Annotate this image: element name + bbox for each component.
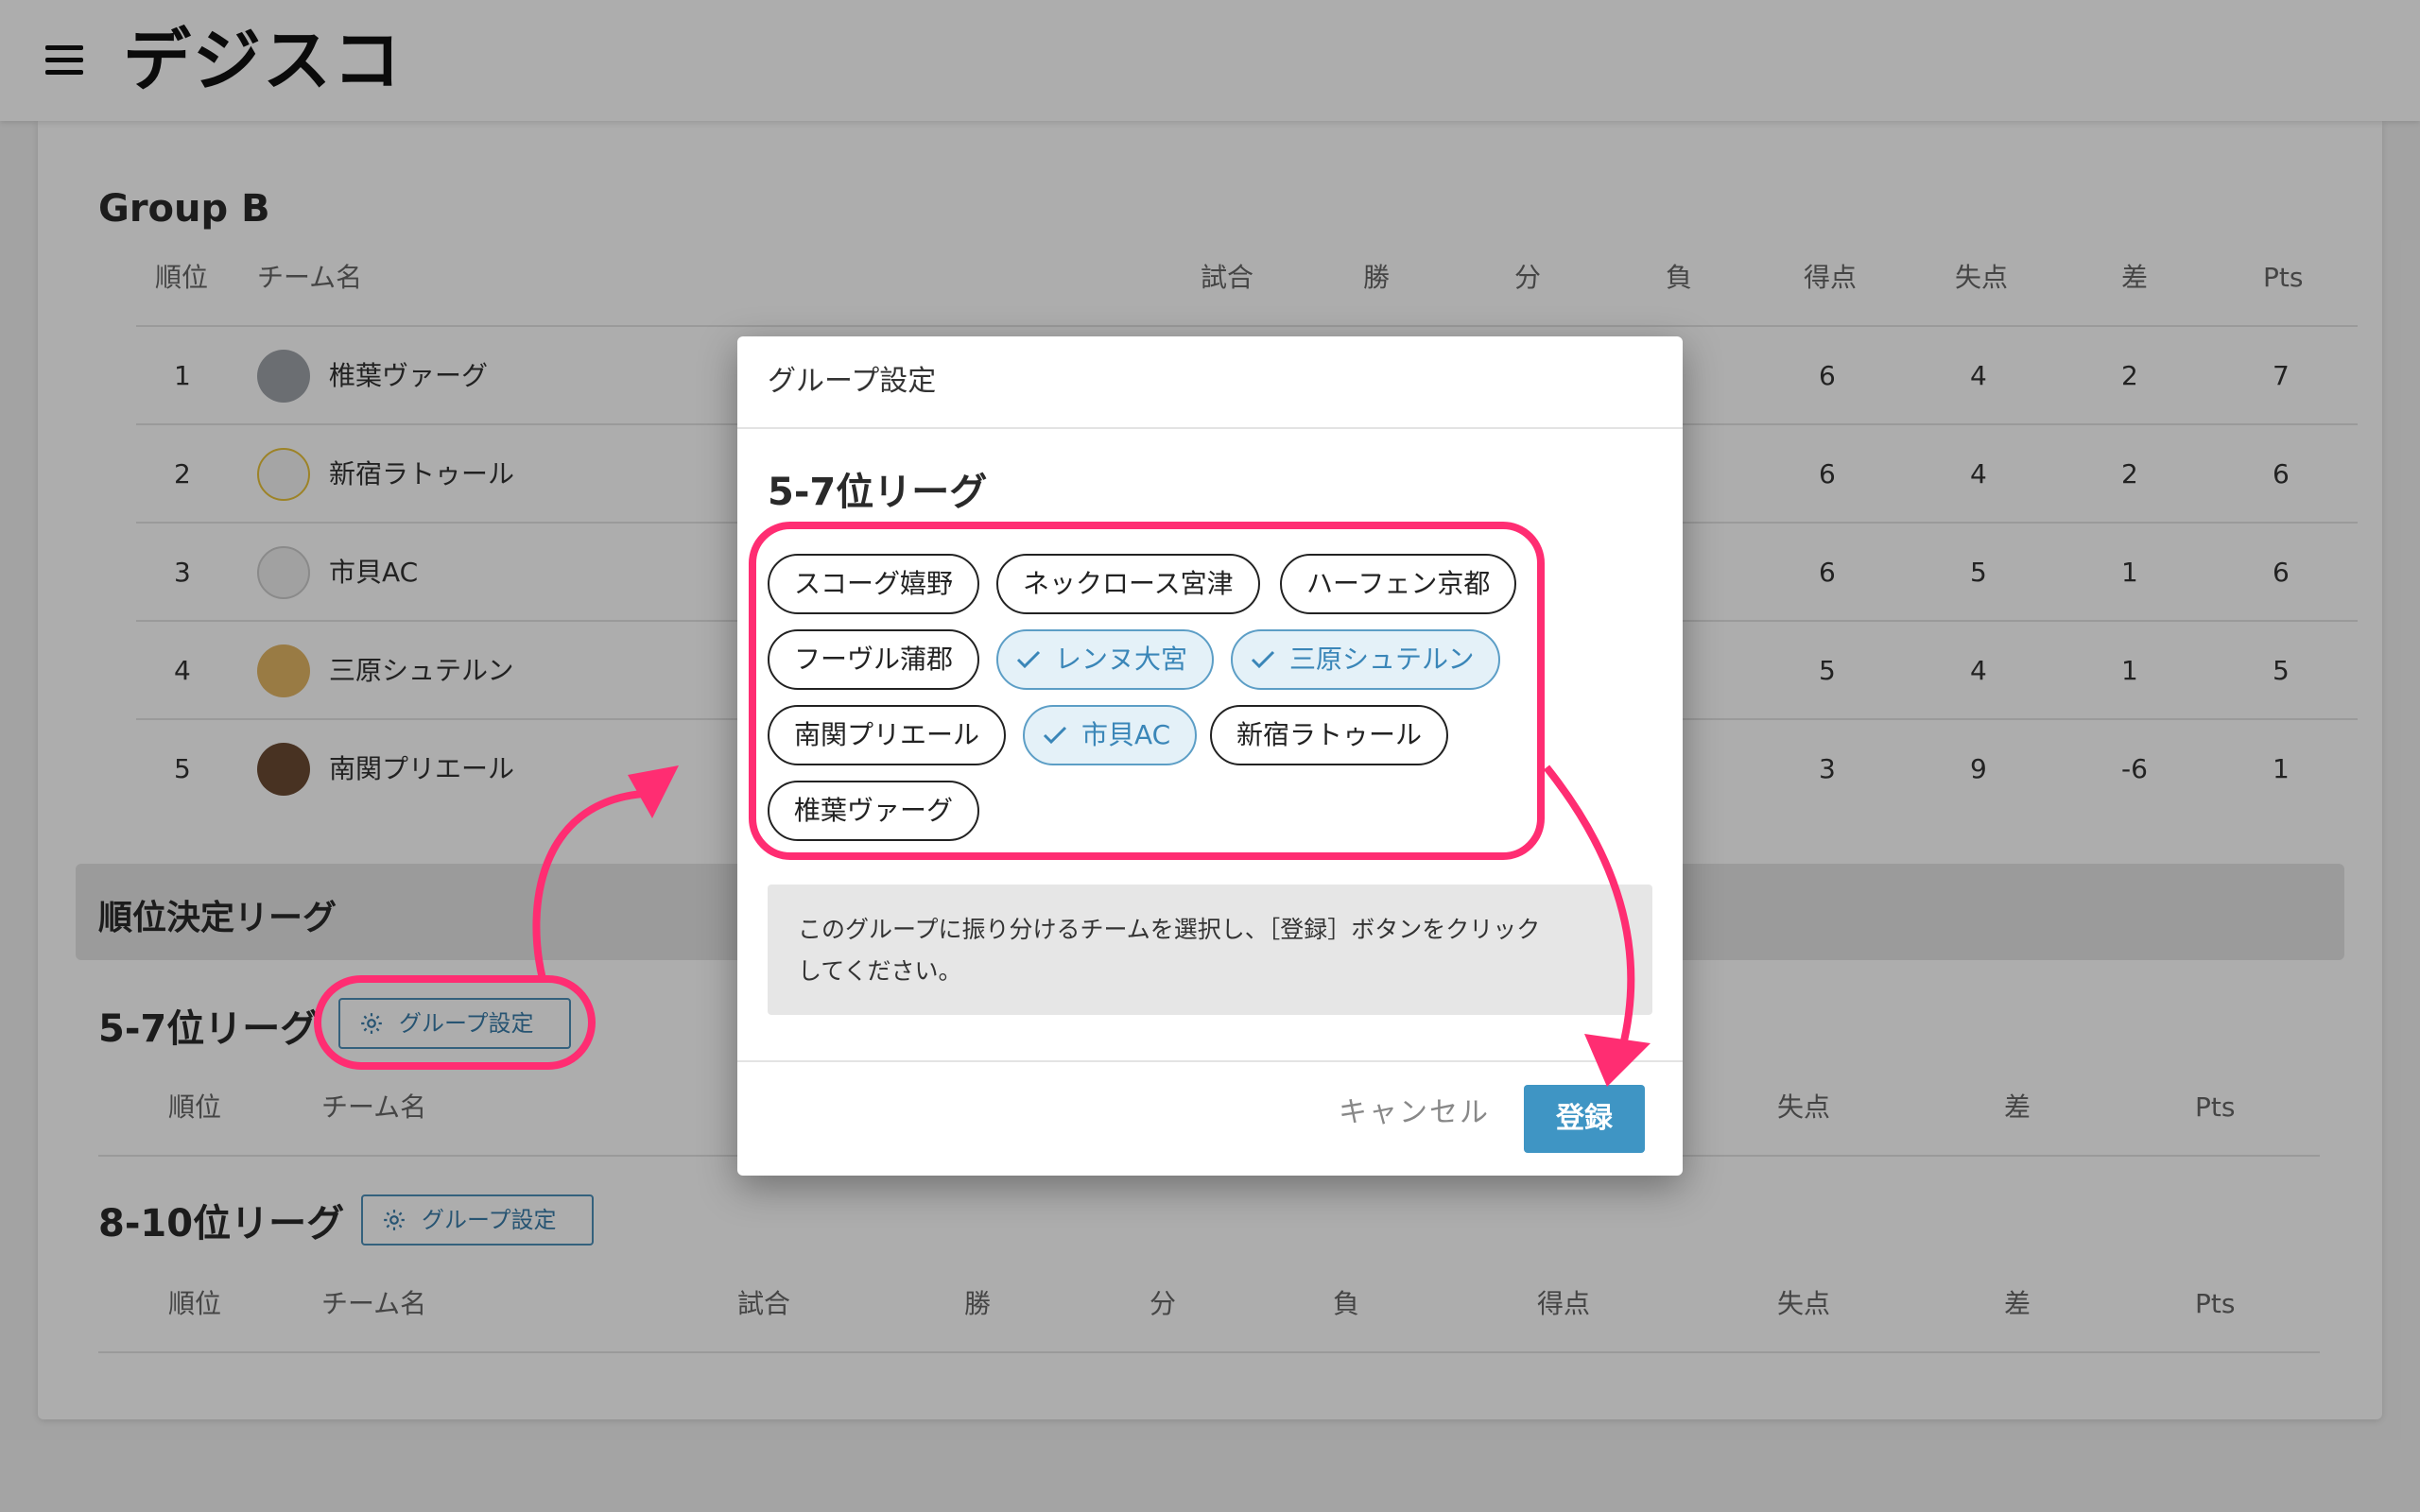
chip-label: 三原シュテルン [1289,644,1475,675]
check-icon [1016,650,1041,669]
chip-label: 新宿ラトゥール [1236,719,1423,750]
chip-label: ハーフェン京都 [1306,568,1491,599]
check-icon [1251,650,1275,669]
team-chip[interactable]: ネックロース宮津 [996,554,1260,614]
team-chip-selected[interactable]: 市貝AC [1023,705,1198,765]
team-chip[interactable]: 新宿ラトゥール [1210,705,1449,765]
team-chip[interactable]: スコーグ嬉野 [768,554,980,614]
dialog-title: グループ設定 [768,365,937,398]
chip-label: スコーグ嬉野 [794,568,954,599]
cancel-button[interactable]: キャンセル [1339,1085,1490,1142]
register-button[interactable]: 登録 [1524,1085,1645,1153]
divider [737,427,1683,429]
group-settings-dialog: グループ設定 5-7位リーグ スコーグ嬉野 ネックロース宮津 ハーフェン京都 フ… [737,336,1683,1176]
check-icon [1043,726,1067,745]
chip-label: ネックロース宮津 [1023,568,1234,599]
chip-label: フーヴル蒲郡 [794,644,954,675]
help-text-box: このグループに振り分けるチームを選択し、［登録］ボタンをクリック してください。 [768,885,1652,1015]
team-chip[interactable]: 南関プリエール [768,705,1007,765]
help-text-line: してください。 [798,957,962,985]
team-chip[interactable]: フーヴル蒲郡 [768,629,980,690]
team-chip-selected[interactable]: 三原シュテルン [1231,629,1501,690]
divider [737,1060,1683,1062]
team-chip[interactable]: 椎葉ヴァーグ [768,781,980,841]
chip-label: 南関プリエール [794,719,980,750]
chip-label: 椎葉ヴァーグ [794,795,954,826]
team-chip-selected[interactable]: レンヌ大宮 [996,629,1215,690]
chip-label: 市貝AC [1081,719,1171,750]
chip-label: レンヌ大宮 [1055,644,1188,675]
team-chip[interactable]: ハーフェン京都 [1280,554,1517,614]
dialog-heading: 5-7位リーグ [768,471,988,514]
help-text-line: このグループに振り分けるチームを選択し、［登録］ボタンをクリック [798,916,1541,943]
